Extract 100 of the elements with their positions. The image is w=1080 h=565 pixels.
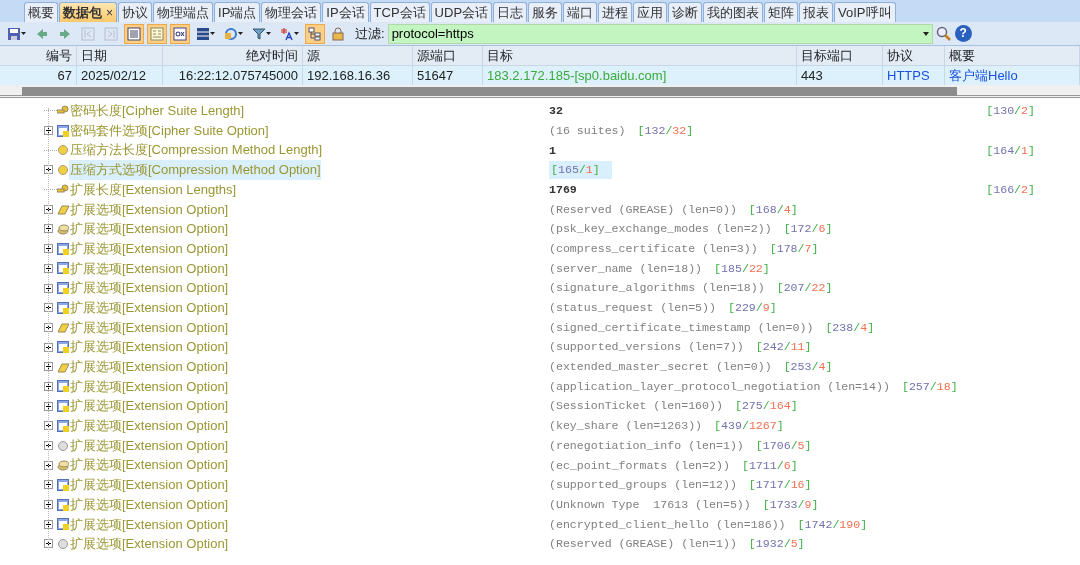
expand-icon[interactable] (44, 244, 53, 254)
scrollbar-thumb[interactable] (22, 87, 957, 96)
help-button[interactable]: ? (954, 25, 972, 42)
tab[interactable]: 诊断 (668, 2, 703, 22)
left-arrow-icon (35, 26, 49, 41)
field-value: (signature_algorithms (len=18)) (549, 280, 765, 297)
tab[interactable]: TCP会话 (369, 2, 430, 22)
field-value: (key_share (len=1263)) (549, 418, 703, 435)
field-value: (extended_master_secret (len=0)) (549, 359, 772, 376)
expand-icon[interactable] (44, 224, 53, 234)
expand-icon[interactable] (44, 126, 53, 136)
column-header[interactable]: 概要 (945, 46, 1080, 65)
caret-icon (294, 32, 299, 35)
translate-icon (280, 26, 294, 41)
column-header[interactable]: 绝对时间 (163, 46, 303, 65)
first-page-icon (81, 26, 95, 41)
window-icon (57, 301, 69, 314)
byte-range: [253/4] (783, 359, 833, 376)
expand-icon[interactable] (44, 401, 53, 411)
tab[interactable]: 端口 (563, 2, 598, 22)
tab[interactable]: 报表 (799, 2, 834, 22)
field-value: (ec_point_formats (len=2)) (549, 457, 730, 474)
expand-icon[interactable] (44, 342, 53, 352)
byte-range: [130/2] (986, 103, 1035, 120)
byte-range: [165/1] (551, 162, 600, 179)
field-value: (16 suites) (549, 122, 626, 139)
window-icon (57, 380, 69, 393)
expand-icon[interactable] (44, 500, 53, 510)
byte-range: [439/1267] (714, 418, 784, 435)
list-icon (127, 26, 141, 41)
byte-range: [257/18] (901, 378, 958, 395)
expand-icon[interactable] (44, 362, 53, 372)
caret-icon (21, 32, 26, 35)
tab[interactable]: IP会话 (322, 2, 369, 22)
tab[interactable]: 矩阵 (764, 2, 799, 22)
window-icon (57, 498, 69, 511)
tab[interactable]: 日志 (493, 2, 528, 22)
tab[interactable]: 进程 (598, 2, 633, 22)
expand-icon[interactable] (44, 165, 53, 175)
expand-icon[interactable] (44, 539, 53, 549)
expand-icon[interactable] (44, 441, 53, 451)
expand-icon[interactable] (44, 303, 53, 313)
byte-range: [229/9] (728, 300, 777, 316)
last-page-icon (104, 26, 118, 41)
byte-range: [172/6] (783, 221, 833, 238)
column-header[interactable]: 协议 (883, 46, 945, 65)
byte-range: [207/22] (776, 280, 833, 297)
field-value: (status_request (len=5)) (549, 300, 716, 316)
expand-icon[interactable] (44, 519, 53, 529)
document-icon (150, 26, 164, 41)
byte-range: [1733/9] (762, 496, 819, 513)
field-value: (Unknown Type 17613 (len=5)) (549, 496, 751, 513)
packet-row[interactable]: 67 2025/02/12 16:22:12.075745000 192.168.16.36 51647 183.2.172.185-[sp0.baidu.com] 443 HTTPS 客户端Hello (0, 66, 1080, 85)
expand-icon[interactable] (44, 283, 53, 293)
column-header[interactable]: 目标 (483, 46, 797, 65)
window-icon (57, 400, 69, 413)
field-value: (SessionTicket (len=160)) (549, 398, 723, 415)
search-icon[interactable] (935, 25, 952, 42)
list-button[interactable] (124, 23, 144, 44)
expand-icon[interactable] (44, 322, 53, 332)
dot-icon (57, 439, 69, 452)
column-header[interactable]: 源 (303, 46, 413, 65)
tab[interactable]: 物理会话 (261, 2, 322, 22)
close-icon[interactable]: × (106, 6, 113, 20)
tree-button[interactable] (305, 23, 325, 44)
byte-range: [185/22] (714, 260, 770, 277)
sync-icon (224, 26, 238, 41)
expand-icon[interactable] (44, 480, 53, 490)
window-icon (57, 124, 69, 137)
tab[interactable]: 协议 (118, 2, 152, 22)
tab[interactable]: 物理端点 (153, 2, 213, 22)
expand-icon[interactable] (44, 204, 53, 214)
field-value: (Reserved (GREASE) (len=1)) (549, 536, 737, 553)
byte-range: [1717/16] (748, 477, 812, 494)
tab[interactable]: 应用 (633, 2, 668, 22)
tab[interactable]: IP端点 (214, 2, 261, 22)
expand-icon[interactable] (44, 421, 53, 431)
window-icon (57, 341, 69, 354)
tab[interactable]: 服务 (528, 2, 563, 22)
dot-icon (57, 163, 69, 176)
column-header[interactable]: 目标端口 (797, 46, 883, 65)
expand-icon[interactable] (44, 460, 53, 470)
hex-button[interactable] (170, 23, 190, 44)
column-header[interactable]: 编号 (0, 46, 77, 65)
column-header[interactable]: 日期 (77, 46, 163, 65)
column-header[interactable]: 源端口 (413, 46, 483, 65)
tab[interactable]: UDP会话 (430, 2, 493, 22)
window-icon (57, 478, 69, 491)
expand-icon[interactable] (44, 381, 53, 391)
tab[interactable]: 数据包 × (59, 2, 117, 22)
field-value: (supported_groups (len=12)) (549, 477, 737, 494)
field-value: 32 (549, 103, 563, 120)
filter-label: 过滤: (355, 24, 385, 43)
tab[interactable]: 概要 (24, 2, 58, 22)
expand-icon[interactable] (44, 263, 53, 273)
byte-range: [275/164] (734, 398, 798, 415)
tab[interactable]: 我的图表 (703, 2, 764, 22)
tag-icon (57, 321, 69, 334)
field-value: (server_name (len=18)) (549, 260, 703, 277)
tab[interactable]: VoIP呼叫 (834, 2, 896, 22)
